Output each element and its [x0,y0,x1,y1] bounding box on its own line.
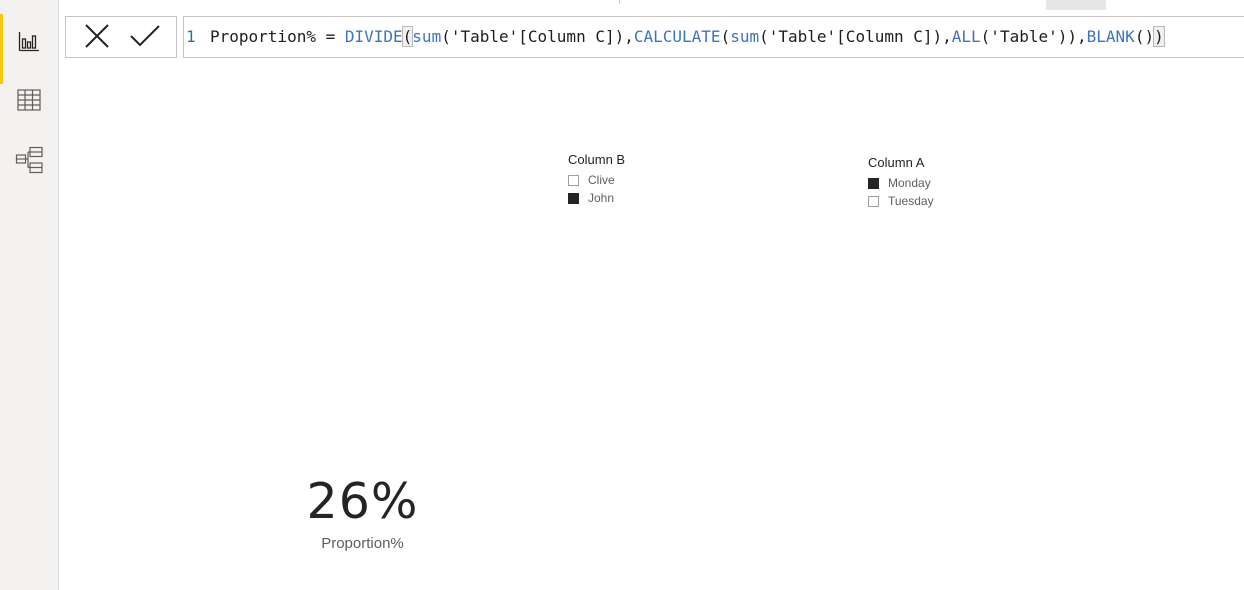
formula-token: ('Table')), [980,27,1087,46]
formula-function: sum [730,27,760,46]
line-number: 1 [186,27,196,46]
report-canvas: 1 Proportion% = DIVIDE(sum('Table'[Column… [0,0,1244,590]
formula-function: BLANK [1086,27,1135,46]
formula-function: ALL [951,27,981,46]
formula-token: ('Table'[Column C]), [759,27,952,46]
checkbox[interactable] [868,177,879,189]
slicer-item-clive[interactable]: Clive [568,171,625,189]
commit-formula-button[interactable] [128,23,162,53]
card-label: Proportion% [321,535,404,552]
card-value: 26% [306,473,419,530]
slicer-item-label: Monday [888,176,931,190]
slicer-title: Column A [868,155,925,170]
formula-token: Proportion% = [210,27,345,46]
formula-function: CALCULATE [633,27,721,46]
report-view-icon [18,30,40,52]
ribbon-tab-shade [1046,0,1106,10]
matched-bracket: ) [1153,26,1165,47]
formula-token: ('Table'[Column C]), [441,27,634,46]
checkbox[interactable] [568,174,579,186]
top-strip [0,0,1244,10]
checkbox[interactable] [568,192,579,204]
formula-token: ( [720,27,731,46]
formula-editor[interactable]: 1 Proportion% = DIVIDE(sum('Table'[Column… [183,16,1244,58]
slicer-item-tuesday[interactable]: Tuesday [868,192,934,210]
close-icon [84,23,110,53]
checkmark-icon [130,24,160,52]
checkbox[interactable] [868,195,879,207]
data-view-button[interactable] [0,71,58,129]
slicer-item-label: John [588,191,615,205]
cancel-formula-button[interactable] [80,23,114,53]
slicer-column-a: Column A Monday Tuesday [868,155,934,210]
card-visual[interactable]: 26% Proportion% [290,470,435,552]
formula-commit-controls [65,16,177,58]
slicer-item-label: Tuesday [888,194,934,208]
model-view-icon [15,146,43,174]
formula-function: sum [412,27,442,46]
formula-function: DIVIDE [344,27,403,46]
slicer-item-label: Clive [588,173,615,187]
data-view-icon [17,89,41,111]
slicer-column-b: Column B Clive John [568,152,625,207]
report-view-button[interactable] [0,12,58,84]
view-switcher-rail [0,0,59,590]
slicer-title: Column B [568,152,626,167]
slicer-item-monday[interactable]: Monday [868,174,934,192]
model-view-button[interactable] [0,131,58,189]
divider [619,0,620,4]
slicer-item-john[interactable]: John [568,189,625,207]
matched-bracket: ( [401,26,414,47]
formula-token: () [1134,27,1155,46]
formula-line[interactable]: 1 Proportion% = DIVIDE(sum('Table'[Column… [186,26,1165,47]
